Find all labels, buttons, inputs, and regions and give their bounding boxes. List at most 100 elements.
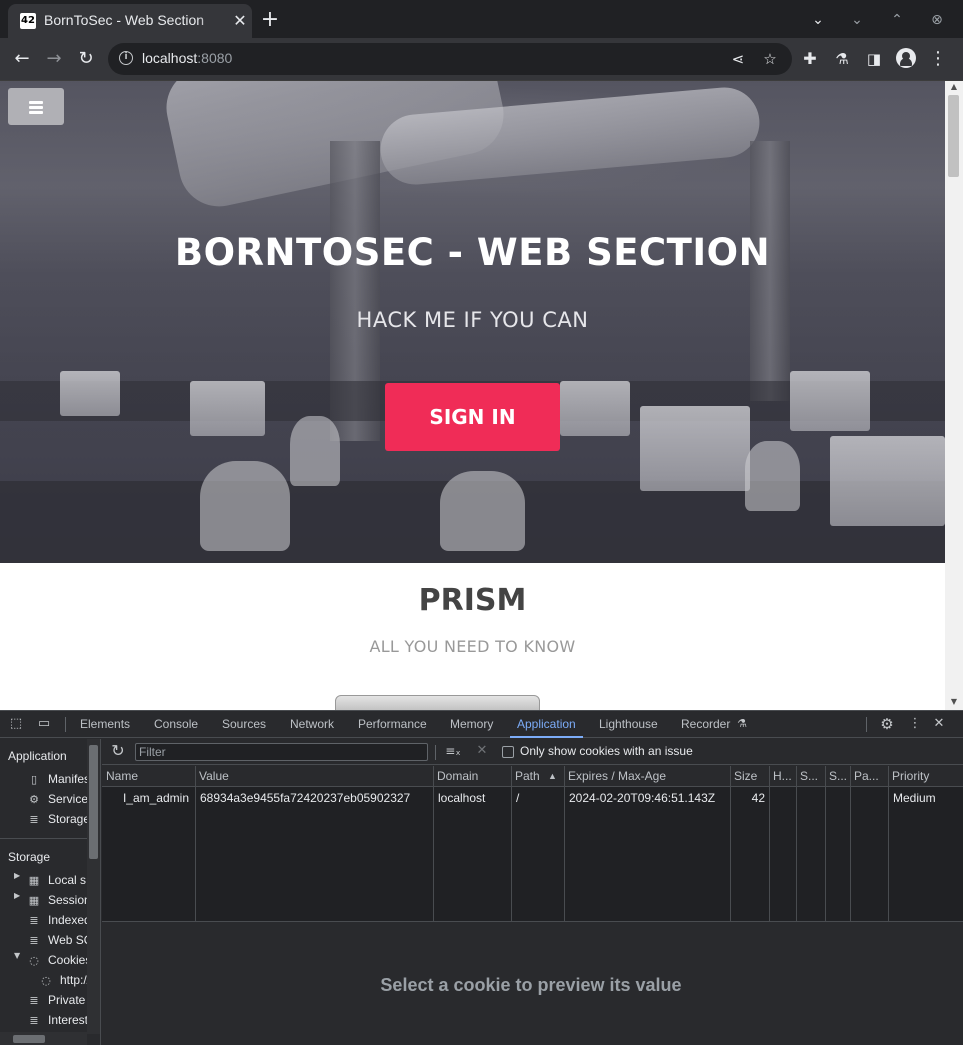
labs-flask-icon[interactable]: ⚗ — [829, 46, 855, 72]
sidebar-horizontal-scrollbar-thumb[interactable] — [13, 1035, 45, 1043]
database-icon: ≣ — [29, 994, 39, 1007]
maximize-chevron-icon[interactable]: ⌃ — [885, 8, 909, 32]
site-info-icon[interactable]: i — [119, 51, 133, 65]
hero-title: BORNTOSEC - WEB SECTION — [174, 231, 771, 274]
browser-toolbar: ← → ↻ i localhost:8080 ⋖ ☆ ✚ ⚗ ◨ ⋮ — [0, 38, 963, 81]
sidebar-item-manifest[interactable]: ▯ Manifest — [26, 770, 93, 788]
column-header-value[interactable]: Value — [195, 766, 433, 787]
tab-recorder[interactable]: Recorder — [681, 711, 730, 738]
cookie-name-cell[interactable]: I_am_admin — [102, 788, 195, 808]
only-issues-checkbox[interactable] — [502, 746, 514, 758]
cookie-toolbar: ↻ Filter ≡ₓ ✕ Only show cookies with an … — [102, 739, 963, 765]
background-chair — [440, 471, 525, 551]
file-icon: ▯ — [30, 773, 38, 786]
scroll-down-icon[interactable]: ▼ — [945, 696, 963, 708]
tab-elements[interactable]: Elements — [80, 711, 130, 738]
tab-memory[interactable]: Memory — [450, 711, 493, 738]
tab-lighthouse[interactable]: Lighthouse — [599, 711, 658, 738]
window-close-icon[interactable]: ⊗ — [925, 8, 949, 32]
scroll-up-icon[interactable]: ▲ — [945, 81, 963, 93]
sidebar-horizontal-scrollbar[interactable] — [0, 1032, 87, 1045]
tab-console[interactable]: Console — [154, 711, 198, 738]
column-header-expires[interactable]: Expires / Max-Age — [564, 766, 730, 787]
tab-performance[interactable]: Performance — [358, 711, 427, 738]
more-menu-icon[interactable]: ⋮ — [925, 46, 951, 72]
profile-avatar-icon[interactable] — [896, 48, 916, 68]
column-header-samesite[interactable]: S... — [825, 766, 850, 787]
sidebar-item-interest-groups[interactable]: ≣ Interest — [26, 1011, 88, 1029]
column-header-size[interactable]: Size — [730, 766, 769, 787]
toolbar-divider — [866, 717, 867, 732]
column-header-priority[interactable]: Priority — [888, 766, 963, 787]
tab-network[interactable]: Network — [290, 711, 334, 738]
cookie-filter-input[interactable]: Filter — [135, 743, 428, 761]
tab-search-chevron-icon[interactable]: ⌄ — [806, 8, 830, 32]
cookie-value-cell[interactable]: 68934a3e9455fa72420237eb05902327 — [196, 788, 433, 808]
cookie-domain-cell[interactable]: localhost — [434, 788, 511, 808]
sidebar-scrollbar-thumb[interactable] — [89, 745, 98, 859]
devtools-close-icon[interactable]: ✕ — [930, 715, 948, 733]
sidebar-item-label: http:// — [60, 973, 91, 987]
sidebar-item-label: Interest — [48, 1013, 89, 1027]
expand-arrow-icon[interactable]: ▶ — [14, 891, 20, 900]
expand-arrow-icon[interactable]: ▶ — [14, 871, 20, 880]
sidebar-scrollbar[interactable] — [87, 739, 100, 1034]
settings-gear-icon[interactable]: ⚙ — [878, 715, 896, 733]
cookie-priority-cell[interactable]: Medium — [889, 788, 963, 808]
background-chair — [290, 416, 340, 486]
cookie-expires-cell[interactable]: 2024-02-20T09:46:51.143Z — [565, 788, 730, 808]
background-chair — [745, 441, 800, 511]
column-header-name[interactable]: Name — [102, 766, 195, 787]
column-header-secure[interactable]: S... — [796, 766, 825, 787]
menu-bar-icon — [29, 111, 43, 114]
database-icon: ≣ — [29, 914, 39, 927]
address-bar[interactable]: i localhost:8080 ⋖ ☆ — [108, 43, 792, 75]
cookie-table-header: Name Value Domain Path ▲ Expires / Max-Ag… — [102, 766, 963, 787]
column-header-domain[interactable]: Domain — [433, 766, 511, 787]
page-scrollbar[interactable]: ▲ ▼ — [945, 81, 963, 710]
refresh-icon[interactable]: ↻ — [109, 742, 127, 760]
share-icon[interactable]: ⋖ — [727, 48, 749, 70]
tab-application[interactable]: Application — [510, 711, 583, 738]
background-monitor — [790, 371, 870, 431]
table-icon: ▦ — [28, 894, 40, 907]
tab-favicon-42: 42 — [20, 13, 36, 29]
extensions-puzzle-icon[interactable]: ✚ — [797, 46, 823, 72]
new-tab-icon[interactable]: + — [257, 8, 283, 34]
sidebar-item-storage-overview[interactable]: ≣ Storage — [26, 810, 90, 828]
laptop-image — [335, 695, 540, 710]
side-panel-icon[interactable]: ◨ — [861, 46, 887, 72]
hamburger-menu-button[interactable] — [8, 88, 64, 125]
sidebar-item-cookie-origin[interactable]: ◌ http:// — [38, 971, 90, 989]
sidebar-item-cookies[interactable]: ▼ ◌ Cookies — [14, 951, 91, 969]
page-scrollbar-thumb[interactable] — [948, 95, 959, 177]
sign-in-button[interactable]: SIGN IN — [385, 383, 560, 451]
clear-filtered-cookies-icon[interactable]: ≡ₓ — [444, 742, 462, 760]
background-monitor — [640, 406, 750, 491]
cookie-path-cell[interactable]: / — [512, 788, 564, 808]
sidebar-item-service-workers[interactable]: ⚙ Service — [26, 790, 88, 808]
device-toolbar-icon[interactable]: ▭ — [35, 715, 53, 733]
tab-sources[interactable]: Sources — [222, 711, 266, 738]
delete-cookie-icon[interactable]: ✕ — [473, 742, 491, 760]
back-arrow-icon[interactable]: ← — [9, 46, 35, 72]
forward-arrow-icon[interactable]: → — [41, 46, 67, 72]
bookmark-star-icon[interactable]: ☆ — [759, 48, 781, 70]
sidebar-item-session-storage[interactable]: ▶ ▦ Session — [14, 891, 91, 909]
cookie-size-cell[interactable]: 42 — [731, 788, 769, 808]
sidebar-heading-application: Application — [8, 749, 67, 763]
minimize-chevron-icon[interactable]: ⌄ — [845, 8, 869, 32]
browser-window: 42 BornToSec - Web Section ✕ + ⌄ ⌄ ⌃ ⊗ ←… — [0, 0, 963, 1045]
close-icon[interactable]: ✕ — [230, 11, 250, 31]
sidebar-item-private-state-tokens[interactable]: ≣ Private — [26, 991, 85, 1009]
table-icon: ▦ — [28, 874, 40, 887]
column-header-path[interactable]: Path ▲ — [511, 766, 564, 787]
devtools-more-icon[interactable]: ⋮ — [906, 715, 924, 733]
tab-borntosec[interactable]: 42 BornToSec - Web Section ✕ — [8, 4, 252, 38]
sidebar-item-local-storage[interactable]: ▶ ▦ Local s — [14, 871, 86, 889]
collapse-arrow-icon[interactable]: ▼ — [14, 951, 20, 960]
column-header-partition-key[interactable]: Pa... — [850, 766, 888, 787]
column-header-httponly[interactable]: H... — [769, 766, 796, 787]
reload-icon[interactable]: ↻ — [73, 46, 99, 72]
inspect-element-icon[interactable]: ⬚ — [7, 715, 25, 733]
